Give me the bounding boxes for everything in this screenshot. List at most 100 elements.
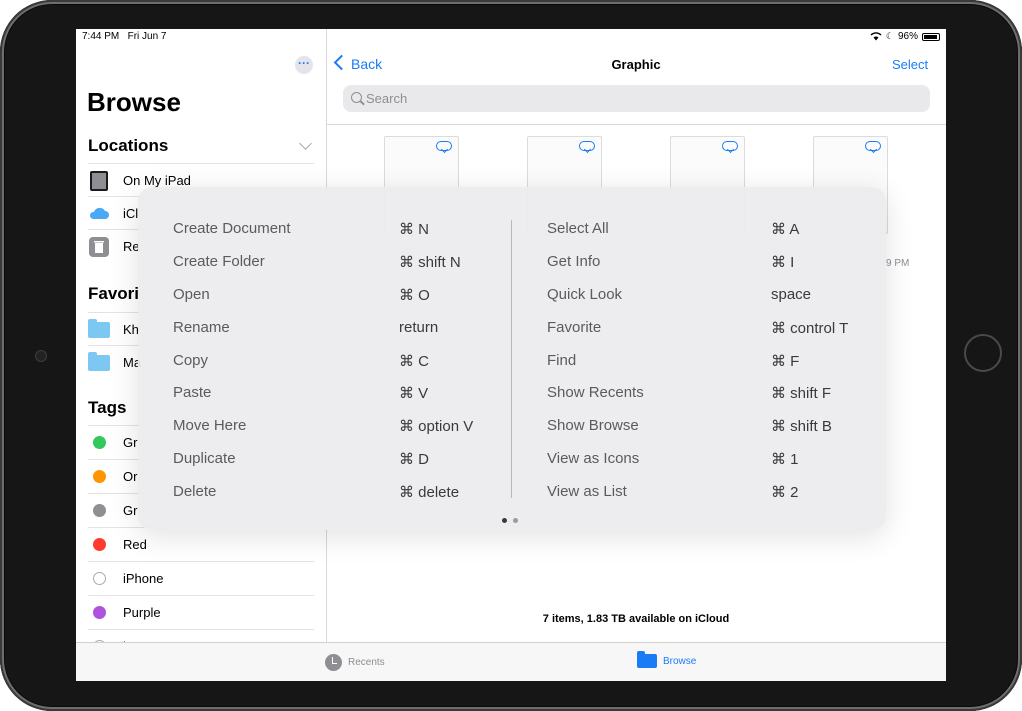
shortcut-action: Get Info: [547, 253, 601, 270]
storage-info: 7 items, 1.83 TB available on iCloud: [542, 613, 730, 625]
tab-label: Recents: [348, 657, 385, 668]
divider: [327, 124, 946, 125]
tag-item-iphone[interactable]: iPhone: [88, 561, 314, 594]
shortcut-keys: ⌘ shift B: [771, 418, 832, 435]
status-right: ☾ 96%: [870, 31, 940, 42]
shortcut-action: Quick Look: [547, 286, 623, 303]
page-dot[interactable]: [513, 518, 518, 523]
shortcut-keys: ⌘ delete: [399, 484, 460, 501]
location-label: On My iPad: [123, 173, 191, 188]
cloud-download-icon[interactable]: [436, 141, 452, 151]
tag-color-dot: [93, 436, 106, 449]
shortcut-keys: ⌘ F: [771, 353, 800, 370]
shortcut-keys: ⌘ D: [399, 451, 429, 468]
locations-header[interactable]: Locations: [88, 136, 168, 156]
shortcut-action: Create Folder: [173, 253, 265, 270]
shortcut-keys: space: [771, 286, 812, 303]
ipad-icon: [88, 170, 110, 197]
shortcut-keys: ⌘ V: [399, 385, 429, 402]
shortcut-action: Copy: [173, 352, 209, 369]
page-dot-active[interactable]: [502, 518, 507, 523]
trash-icon: [88, 236, 110, 263]
tab-recents[interactable]: Recents: [325, 654, 385, 671]
page-title: Graphic: [611, 57, 661, 72]
tag-label: Gr: [123, 435, 138, 450]
search-icon: [351, 92, 362, 103]
chevron-down-icon[interactable]: [299, 137, 312, 150]
folder-icon: [88, 319, 110, 338]
tag-color-dot: [93, 504, 106, 517]
keyboard-shortcuts-overlay: Create Document ⌘ N Create Folder ⌘ shif…: [138, 187, 886, 530]
clock-icon: [325, 654, 342, 671]
tag-label: Purple: [123, 605, 161, 620]
shortcut-action: Find: [547, 352, 577, 369]
shortcut-keys: ⌘ shift F: [771, 385, 832, 402]
tag-label: iPhone: [123, 571, 164, 586]
search-input[interactable]: Search: [343, 85, 930, 112]
tab-label: Browse: [663, 655, 697, 667]
shortcut-keys: ⌘ N: [399, 221, 429, 238]
favorites-header: Favori: [88, 284, 140, 303]
more-options-button[interactable]: ···: [295, 56, 313, 74]
folder-icon: [637, 651, 657, 668]
tag-label: Red: [123, 537, 147, 552]
chevron-left-icon: [333, 54, 350, 71]
camera-icon: [35, 350, 47, 362]
shortcut-action: Duplicate: [173, 450, 236, 467]
battery-percent: 96%: [897, 31, 918, 42]
tag-color-dot: [93, 606, 106, 619]
shortcut-action: Move Here: [173, 417, 247, 434]
shortcut-action: Create Document: [173, 220, 291, 237]
shortcut-keys: ⌘ option V: [399, 418, 474, 435]
icloud-icon: [88, 203, 110, 230]
search-placeholder: Search: [366, 91, 408, 106]
browse-title: Browse: [87, 87, 181, 117]
tags-header: Tags: [88, 398, 127, 417]
tag-color-dot: [93, 538, 106, 551]
shortcut-keys: ⌘ 2: [771, 484, 799, 501]
column-divider: [511, 220, 512, 498]
tab-bar: Recents Browse: [76, 642, 946, 681]
battery-icon: [922, 32, 940, 41]
home-button[interactable]: [964, 334, 1002, 372]
shortcut-keys: ⌘ shift N: [399, 254, 461, 271]
cloud-download-icon[interactable]: [579, 141, 595, 151]
cloud-download-icon[interactable]: [865, 141, 881, 151]
shortcut-keys: ⌘ C: [399, 353, 429, 370]
file-date: 9 PM: [886, 258, 910, 269]
wifi-icon: [870, 32, 882, 41]
back-button[interactable]: Back: [333, 54, 382, 72]
status-time: 7:44 PM Fri Jun 7: [82, 31, 167, 42]
shortcut-keys: ⌘ 1: [771, 451, 799, 468]
shortcut-action: Favorite: [547, 319, 602, 336]
tag-label: Or: [123, 469, 138, 484]
cloud-download-icon[interactable]: [722, 141, 738, 151]
folder-icon: [88, 352, 110, 371]
shortcut-action: Delete: [173, 483, 217, 500]
shortcut-action: Rename: [173, 319, 230, 336]
shortcut-keys: ⌘ O: [399, 287, 430, 304]
tag-item[interactable]: iT: [88, 629, 314, 642]
favorite-label: Kh: [123, 322, 139, 337]
tag-color-dot: [93, 470, 106, 483]
location-label: iCl: [123, 206, 139, 221]
status-bar: 7:44 PM Fri Jun 7 ☾ 96%: [76, 29, 946, 45]
tag-label: Gr: [123, 503, 138, 518]
shortcut-action: Show Browse: [547, 417, 639, 434]
tag-item-purple[interactable]: Purple: [88, 595, 314, 628]
shortcut-action: Open: [173, 286, 210, 303]
moon-icon: ☾: [885, 31, 894, 41]
shortcut-keys: ⌘ A: [771, 221, 800, 238]
shortcut-action: View as Icons: [547, 450, 640, 467]
shortcut-keys: ⌘ control T: [771, 320, 849, 337]
shortcut-action: View as List: [547, 483, 627, 500]
page-indicator[interactable]: [502, 518, 518, 523]
shortcut-action: Paste: [173, 384, 212, 401]
shortcut-keys: ⌘ I: [771, 254, 795, 271]
tag-color-dot: [93, 572, 106, 585]
select-button[interactable]: Select: [892, 57, 928, 72]
tab-browse[interactable]: Browse: [637, 651, 697, 668]
shortcut-action: Select All: [547, 220, 609, 237]
tag-item-red[interactable]: Red: [88, 527, 314, 560]
shortcut-keys: return: [399, 319, 439, 336]
